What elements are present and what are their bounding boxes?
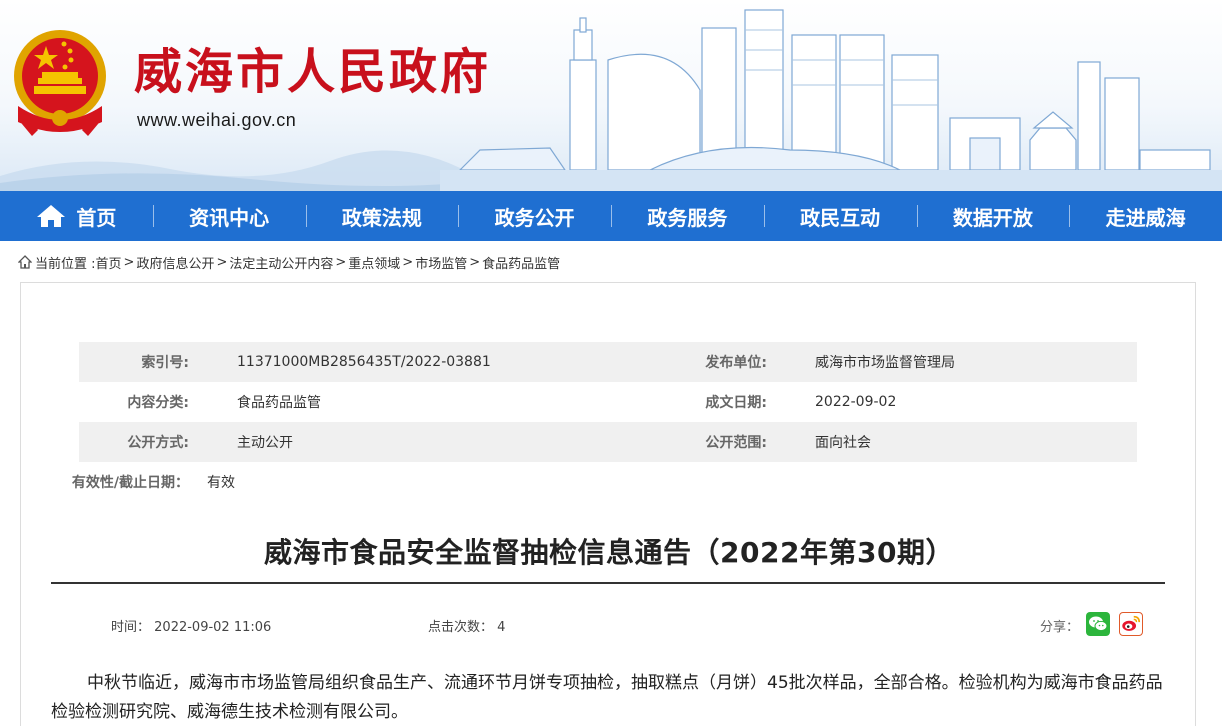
- title-divider: [51, 582, 1165, 584]
- site-url[interactable]: www.weihai.gov.cn: [137, 110, 296, 131]
- index-number-value: 11371000MB2856435T/2022-03881: [237, 354, 491, 370]
- share-weibo-button[interactable]: [1119, 612, 1143, 636]
- open-scope-label: 公开范围:: [705, 435, 767, 451]
- nav-item-services[interactable]: 政务服务: [611, 191, 764, 241]
- metadata-row: 有效性/截止日期： 有效: [72, 462, 1137, 502]
- nav-item-label: 政民互动: [800, 205, 881, 230]
- article-info-row: 时间： 2022-09-02 11:06 点击次数： 4 分享：: [21, 612, 1197, 636]
- breadcrumb-link-home[interactable]: 首页: [96, 253, 122, 272]
- publisher-label: 发布单位:: [705, 355, 767, 371]
- nav-item-label: 走进威海: [1105, 205, 1186, 230]
- validity-label: 有效性/截止日期：: [71, 475, 189, 491]
- nav-item-label: 政务服务: [647, 205, 728, 230]
- site-header: 威海市人民政府 www.weihai.gov.cn: [0, 0, 1222, 191]
- metadata-row: 索引号: 11371000MB2856435T/2022-03881 发布单位:…: [79, 342, 1137, 382]
- click-count-value: 4: [497, 620, 506, 635]
- breadcrumb-link-market[interactable]: 市场监管: [415, 253, 467, 272]
- nav-item-label: 政务公开: [494, 205, 575, 230]
- breadcrumb-separator: >: [469, 254, 481, 270]
- nav-item-label: 首页: [76, 205, 117, 230]
- click-count: 点击次数： 4: [428, 616, 505, 635]
- open-mode-value: 主动公开: [237, 435, 293, 451]
- nav-item-label: 资讯中心: [189, 205, 270, 230]
- publish-time-label: 时间：: [111, 620, 151, 635]
- publisher-value: 威海市市场监督管理局: [815, 355, 955, 371]
- breadcrumb-prefix: 当前位置 :: [35, 256, 96, 272]
- breadcrumb-separator: >: [335, 254, 347, 270]
- publish-time-value: 2022-09-02 11:06: [154, 620, 272, 635]
- date-label: 成文日期:: [705, 395, 767, 411]
- weibo-icon: [1122, 615, 1141, 631]
- nav-item-about-weihai[interactable]: 走进威海: [1069, 191, 1222, 241]
- city-skyline-decoration: [440, 9, 1222, 191]
- nav-item-policy[interactable]: 政策法规: [305, 191, 459, 241]
- metadata-table: 索引号: 11371000MB2856435T/2022-03881 发布单位:…: [72, 342, 1137, 502]
- wechat-icon: [1089, 616, 1108, 632]
- site-title[interactable]: 威海市人民政府: [134, 42, 491, 102]
- metadata-row: 内容分类: 食品药品监管 成文日期: 2022-09-02: [79, 382, 1137, 422]
- open-scope-value: 面向社会: [815, 435, 871, 451]
- share-label: 分享：: [1040, 620, 1080, 635]
- nav-item-label: 数据开放: [952, 205, 1033, 230]
- click-count-label: 点击次数：: [428, 620, 494, 635]
- open-mode-label: 公开方式:: [127, 435, 189, 451]
- home-location-icon: [18, 255, 32, 269]
- nav-item-interaction[interactable]: 政民互动: [763, 191, 917, 241]
- breadcrumb-separator: >: [216, 254, 228, 270]
- content-panel: 索引号: 11371000MB2856435T/2022-03881 发布单位:…: [20, 282, 1196, 726]
- breadcrumb-link-food-drug[interactable]: 食品药品监管: [482, 253, 560, 272]
- article-body: 中秋节临近，威海市市场监管局组织食品生产、流通环节月饼专项抽检，抽取糕点（月饼）…: [51, 673, 1163, 722]
- validity-value: 有效: [207, 475, 235, 491]
- category-value: 食品药品监管: [237, 395, 321, 411]
- article-title: 威海市食品安全监督抽检信息通告（2022年第30期）: [264, 536, 954, 569]
- nav-item-gov-affairs[interactable]: 政务公开: [458, 191, 611, 241]
- national-emblem-icon: [14, 30, 106, 136]
- breadcrumb-link-gov-info[interactable]: 政府信息公开: [136, 253, 214, 272]
- date-value: 2022-09-02: [815, 394, 897, 410]
- metadata-row: 公开方式: 主动公开 公开范围: 面向社会: [79, 422, 1137, 462]
- category-label: 内容分类:: [127, 395, 189, 411]
- breadcrumb-link-statutory[interactable]: 法定主动公开内容: [229, 253, 333, 272]
- nav-item-home[interactable]: 首页: [0, 191, 153, 241]
- nav-item-label: 政策法规: [341, 205, 422, 230]
- index-number-label: 索引号:: [141, 355, 189, 371]
- breadcrumb-separator: >: [123, 254, 135, 270]
- breadcrumb-link-key-areas[interactable]: 重点领域: [348, 253, 400, 272]
- share-wechat-button[interactable]: [1086, 612, 1110, 636]
- breadcrumb-separator: >: [402, 254, 414, 270]
- nav-item-open-data[interactable]: 数据开放: [916, 191, 1070, 241]
- publish-time: 时间： 2022-09-02 11:06: [111, 616, 271, 635]
- main-nav: 首页 资讯中心 政策法规 政务公开 政务服务 政民互动 数据开放 走进威海: [0, 191, 1222, 241]
- breadcrumb: 当前位置 : 首页 > 政府信息公开 > 法定主动公开内容 > 重点领域 > 市…: [18, 253, 560, 272]
- home-icon: [37, 205, 66, 227]
- nav-item-news[interactable]: 资讯中心: [152, 191, 306, 241]
